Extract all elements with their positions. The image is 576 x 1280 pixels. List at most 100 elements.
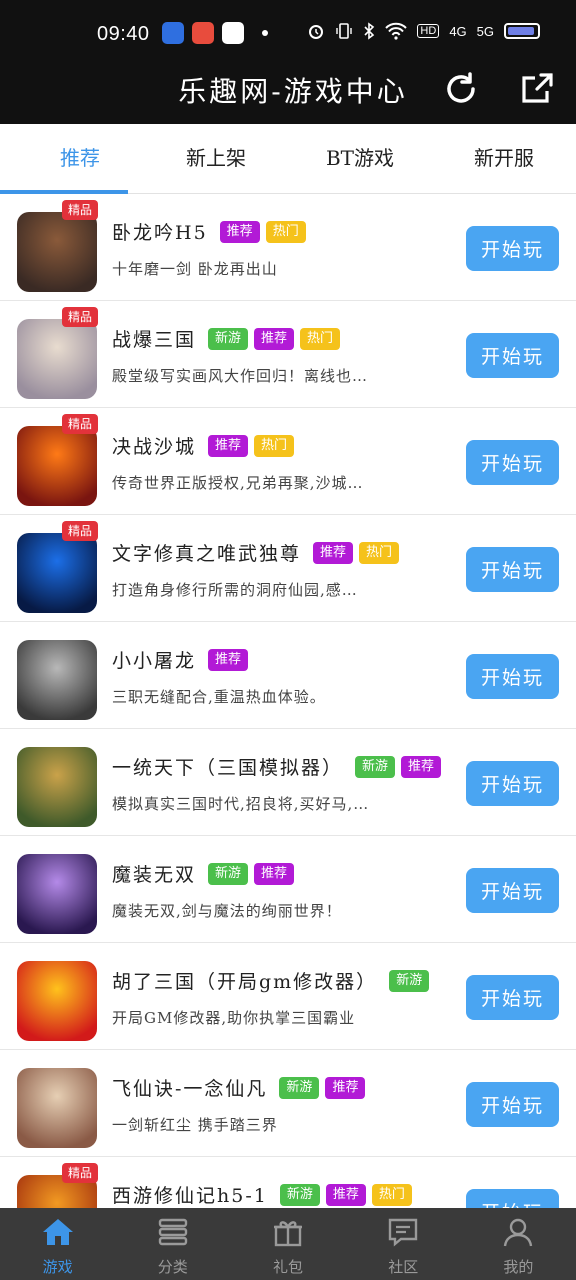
game-description: 殿堂级写实画风大作回归！离线也…	[112, 367, 369, 385]
app-header: 09:40 HD 4G 5G 乐趣网-游戏中心	[0, 0, 576, 124]
wifi-icon	[385, 22, 408, 40]
share-button[interactable]	[518, 70, 556, 108]
quality-badge: 精品	[62, 414, 99, 434]
game-tag: 新游	[279, 1076, 320, 1099]
game-row[interactable]: 精品 卧龙吟H5 推荐 热门 十年磨一剑 卧龙再出山 开始玩	[0, 194, 576, 301]
game-name: 胡了三国（开局gm修改器）	[112, 971, 378, 993]
game-thumbnail[interactable]	[17, 854, 97, 934]
game-row[interactable]: 精品 文字修真之唯武独尊 推荐 热门 打造角身修行所需的洞府仙园,感… 开始玩	[0, 515, 576, 622]
baidu-notification-icon	[162, 22, 184, 44]
nav-item-user[interactable]: 我的	[461, 1208, 576, 1280]
start-game-button[interactable]: 开始玩	[466, 761, 559, 806]
game-name: 一统天下（三国模拟器）	[112, 757, 344, 779]
quality-badge: 精品	[62, 307, 99, 327]
game-name: 小小屠龙	[112, 650, 197, 672]
app-notification-icon	[192, 22, 214, 44]
share-icon	[522, 73, 553, 103]
game-title-line: 决战沙城 推荐 热门	[112, 432, 295, 459]
game-tag: 推荐	[254, 862, 295, 885]
game-tag: 新游	[208, 862, 249, 885]
game-tag: 推荐	[208, 434, 249, 457]
system-icons: HD 4G 5G	[307, 22, 540, 40]
game-name: 魔装无双	[112, 864, 197, 886]
start-game-button[interactable]: 开始玩	[466, 1082, 559, 1127]
tab-recommended[interactable]: 推荐	[8, 142, 152, 171]
alarm-icon	[309, 25, 324, 39]
game-thumbnail[interactable]	[17, 961, 97, 1041]
nav-label: 我的	[503, 1258, 534, 1276]
game-description: 传奇世界正版授权,兄弟再聚,沙城…	[112, 474, 364, 492]
game-thumbnail[interactable]	[17, 319, 97, 399]
page-title: 乐趣网-游戏中心	[178, 75, 408, 108]
nav-label: 分类	[157, 1258, 188, 1276]
game-description: 三职无缝配合,重温热血体验。	[112, 688, 326, 706]
category-tabs: 推荐 新上架 BT游戏 新开服	[0, 124, 576, 194]
game-row[interactable]: 小小屠龙 推荐三职无缝配合,重温热血体验。 开始玩	[0, 622, 576, 729]
game-thumbnail[interactable]	[17, 1068, 97, 1148]
list-icon	[157, 1216, 189, 1256]
game-tag: 新游	[355, 755, 396, 778]
quality-badge: 精品	[62, 1163, 99, 1183]
tab-new-arrivals[interactable]: 新上架	[144, 142, 288, 171]
quality-badge: 精品	[62, 521, 99, 541]
start-game-button[interactable]: 开始玩	[466, 440, 559, 485]
start-game-button[interactable]: 开始玩	[466, 333, 559, 378]
home-icon	[41, 1216, 75, 1256]
game-title-line: 飞仙诀-一念仙凡 新游 推荐	[112, 1074, 366, 1101]
tab-bt-games[interactable]: BT游戏	[288, 142, 432, 171]
nav-label: 游戏	[42, 1258, 73, 1276]
game-title-line: 小小屠龙 推荐	[112, 646, 249, 673]
notification-icons	[162, 22, 268, 44]
game-row[interactable]: 一统天下（三国模拟器） 新游 推荐 模拟真实三国时代,招良将,买好马,… 开始玩	[0, 729, 576, 836]
game-tag: 推荐	[313, 541, 354, 564]
game-tag: 热门	[265, 220, 306, 243]
nav-label: 礼包	[273, 1258, 304, 1276]
signal-4g: 4G	[449, 23, 467, 39]
start-game-button[interactable]: 开始玩	[466, 975, 559, 1020]
message-notification-icon	[222, 22, 244, 44]
start-game-button[interactable]: 开始玩	[466, 868, 559, 913]
game-row[interactable]: 胡了三国（开局gm修改器） 新游开局GM修改器,助你执掌三国霸业 开始玩	[0, 943, 576, 1050]
nav-item-chat[interactable]: 社区	[346, 1208, 461, 1280]
game-thumbnail[interactable]	[17, 426, 97, 506]
game-thumbnail[interactable]	[17, 747, 97, 827]
start-game-button[interactable]: 开始玩	[466, 654, 559, 699]
game-title-line: 西游修仙记h5-1 新游 推荐 热门	[112, 1181, 412, 1208]
start-game-button[interactable]: 开始玩	[466, 226, 559, 271]
tab-new-servers[interactable]: 新开服	[432, 142, 576, 171]
game-name: 西游修仙记h5-1	[112, 1185, 268, 1207]
game-row[interactable]: 魔装无双 新游 推荐魔装无双,剑与魔法的绚丽世界！ 开始玩	[0, 836, 576, 943]
game-thumbnail[interactable]	[17, 212, 97, 292]
game-description: 开局GM修改器,助你执掌三国霸业	[112, 1009, 356, 1027]
refresh-button[interactable]	[442, 70, 480, 108]
gift-icon	[272, 1216, 304, 1256]
nav-item-gift[interactable]: 礼包	[230, 1208, 345, 1280]
game-tag: 新游	[279, 1183, 320, 1206]
refresh-icon	[447, 72, 475, 103]
game-description: 十年磨一剑 卧龙再出山	[112, 260, 278, 278]
nav-item-list[interactable]: 分类	[115, 1208, 230, 1280]
signal-5g: 5G	[476, 23, 494, 39]
game-title-line: 胡了三国（开局gm修改器） 新游	[112, 967, 430, 994]
game-tag: 推荐	[208, 648, 249, 671]
game-description: 魔装无双,剑与魔法的绚丽世界！	[112, 902, 342, 920]
game-thumbnail[interactable]	[17, 533, 97, 613]
game-tag: 新游	[389, 969, 430, 992]
nav-label: 社区	[388, 1258, 419, 1276]
game-row[interactable]: 飞仙诀-一念仙凡 新游 推荐一剑斩红尘 携手踏三界 开始玩	[0, 1050, 576, 1157]
game-name: 决战沙城	[112, 436, 197, 458]
game-name: 文字修真之唯武独尊	[112, 543, 302, 565]
game-tag: 推荐	[254, 327, 295, 350]
game-tag: 推荐	[325, 1076, 366, 1099]
start-game-button[interactable]: 开始玩	[466, 547, 559, 592]
game-row[interactable]: 精品 战爆三国 新游 推荐 热门 殿堂级写实画风大作回归！离线也… 开始玩	[0, 301, 576, 408]
game-description: 模拟真实三国时代,招良将,买好马,…	[112, 795, 370, 813]
chat-icon	[387, 1216, 419, 1256]
nav-item-home[interactable]: 游戏	[0, 1208, 115, 1280]
game-title-line: 一统天下（三国模拟器） 新游 推荐	[112, 753, 442, 780]
game-row[interactable]: 精品 决战沙城 推荐 热门传奇世界正版授权,兄弟再聚,沙城… 开始玩	[0, 408, 576, 515]
game-description: 一剑斩红尘 携手踏三界	[112, 1116, 278, 1134]
game-thumbnail[interactable]	[17, 640, 97, 720]
status-time: 09:40	[97, 23, 150, 45]
game-name: 战爆三国	[112, 329, 197, 351]
